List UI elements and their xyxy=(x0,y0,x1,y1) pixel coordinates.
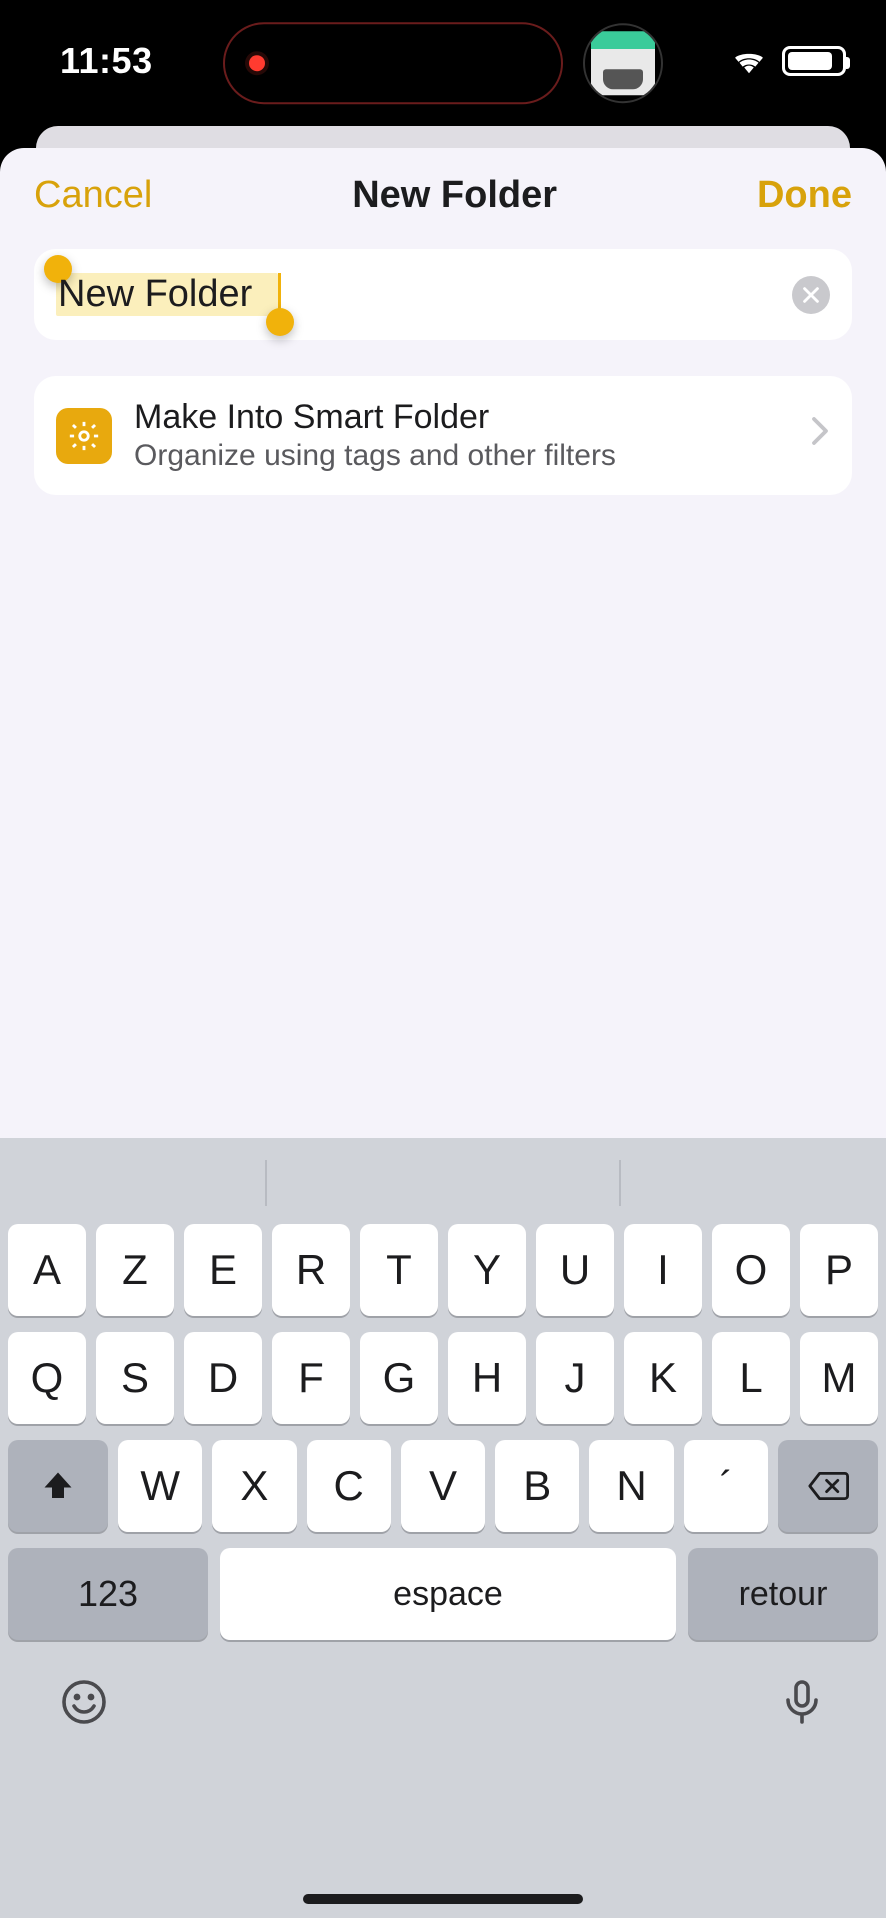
clear-text-button[interactable] xyxy=(792,276,830,314)
dictation-button[interactable] xyxy=(778,1678,826,1731)
key-n[interactable]: N xyxy=(589,1440,673,1532)
key-b[interactable]: B xyxy=(495,1440,579,1532)
keyboard-row-1: A Z E R T Y U I O P xyxy=(8,1224,878,1316)
emoji-button[interactable] xyxy=(60,1678,108,1731)
done-button[interactable]: Done xyxy=(757,174,852,217)
key-k[interactable]: K xyxy=(624,1332,702,1424)
phone-frame: 11:53 Cancel New Folder Done xyxy=(0,0,886,1918)
key-v[interactable]: V xyxy=(401,1440,485,1532)
key-c[interactable]: C xyxy=(307,1440,391,1532)
keyboard: A Z E R T Y U I O P Q S D F G H xyxy=(0,1138,886,1918)
key-e[interactable]: E xyxy=(184,1224,262,1316)
key-g[interactable]: G xyxy=(360,1332,438,1424)
recording-indicator-icon xyxy=(249,55,265,71)
wifi-icon xyxy=(730,44,768,79)
chevron-right-icon xyxy=(810,416,830,455)
status-time: 11:53 xyxy=(60,40,153,82)
key-q[interactable]: Q xyxy=(8,1332,86,1424)
key-w[interactable]: W xyxy=(118,1440,202,1532)
key-s[interactable]: S xyxy=(96,1332,174,1424)
key-z[interactable]: Z xyxy=(96,1224,174,1316)
key-r[interactable]: R xyxy=(272,1224,350,1316)
folder-name-field[interactable]: New Folder xyxy=(34,249,852,340)
keyboard-row-2: Q S D F G H J K L M xyxy=(8,1332,878,1424)
smart-folder-subtitle: Organize using tags and other filters xyxy=(134,439,788,473)
now-playing-thumb[interactable] xyxy=(583,23,663,103)
dynamic-island[interactable] xyxy=(223,22,563,104)
dynamic-island-area xyxy=(223,22,663,104)
gear-icon xyxy=(56,408,112,464)
folder-name-value: New Folder xyxy=(56,269,254,320)
key-h[interactable]: H xyxy=(448,1332,526,1424)
battery-icon xyxy=(782,46,846,76)
keyboard-bottom-row xyxy=(0,1656,886,1761)
space-key[interactable]: espace xyxy=(220,1548,676,1640)
key-x[interactable]: X xyxy=(212,1440,296,1532)
page-title: New Folder xyxy=(352,174,557,217)
status-right xyxy=(730,44,846,79)
status-bar: 11:53 xyxy=(0,0,886,110)
selection-handle-end-icon[interactable] xyxy=(266,308,294,336)
key-j[interactable]: J xyxy=(536,1332,614,1424)
home-indicator[interactable] xyxy=(303,1894,583,1904)
key-l[interactable]: L xyxy=(712,1332,790,1424)
keyboard-suggestion-bar[interactable] xyxy=(0,1148,886,1218)
media-artwork-icon xyxy=(591,31,655,95)
key-p[interactable]: P xyxy=(800,1224,878,1316)
smart-folder-title: Make Into Smart Folder xyxy=(134,398,788,437)
key-accent[interactable]: ´ xyxy=(684,1440,768,1532)
numbers-key[interactable]: 123 xyxy=(8,1548,208,1640)
make-smart-folder-row[interactable]: Make Into Smart Folder Organize using ta… xyxy=(34,376,852,495)
key-a[interactable]: A xyxy=(8,1224,86,1316)
keyboard-row-4: 123 espace retour xyxy=(8,1548,878,1640)
return-key[interactable]: retour xyxy=(688,1548,878,1640)
cancel-button[interactable]: Cancel xyxy=(34,174,152,217)
new-folder-sheet: Cancel New Folder Done New Folder Make I… xyxy=(0,148,886,1918)
key-t[interactable]: T xyxy=(360,1224,438,1316)
key-y[interactable]: Y xyxy=(448,1224,526,1316)
key-u[interactable]: U xyxy=(536,1224,614,1316)
smart-folder-text: Make Into Smart Folder Organize using ta… xyxy=(134,398,788,473)
keyboard-row-3: W X C V B N ´ xyxy=(8,1440,878,1532)
key-m[interactable]: M xyxy=(800,1332,878,1424)
key-d[interactable]: D xyxy=(184,1332,262,1424)
nav-bar: Cancel New Folder Done xyxy=(0,148,886,235)
key-f[interactable]: F xyxy=(272,1332,350,1424)
backspace-key[interactable] xyxy=(778,1440,878,1532)
shift-key[interactable] xyxy=(8,1440,108,1532)
key-o[interactable]: O xyxy=(712,1224,790,1316)
key-i[interactable]: I xyxy=(624,1224,702,1316)
